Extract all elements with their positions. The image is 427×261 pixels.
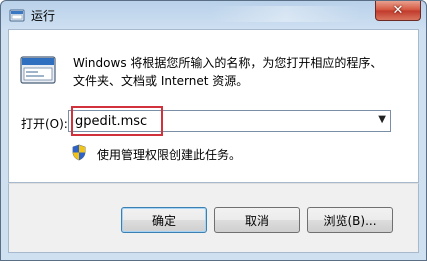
button-bar: 确定 取消 浏览(B)...	[8, 183, 419, 253]
cancel-button[interactable]: 取消	[214, 207, 300, 233]
browse-button[interactable]: 浏览(B)...	[307, 207, 393, 233]
chevron-down-icon[interactable]: ▼	[378, 114, 386, 125]
admin-note: 使用管理权限创建此任务。	[97, 148, 242, 162]
ok-button[interactable]: 确定	[121, 207, 207, 233]
close-icon: ✕	[392, 3, 404, 18]
title-bar[interactable]: 运行 ✕	[1, 1, 426, 29]
open-label: 打开(O):	[21, 117, 68, 131]
close-button[interactable]: ✕	[375, 1, 421, 21]
open-input[interactable]: gpedit.msc	[75, 114, 147, 129]
uac-shield-icon	[72, 144, 86, 161]
window-title: 运行	[31, 9, 56, 23]
run-program-icon	[20, 56, 56, 84]
instructions-line-2: 文件夹、文档或 Internet 资源。	[73, 74, 249, 88]
dialog-body: Windows 将根据您所输入的名称，为您打开相应的程序、 文件夹、文档或 In…	[8, 29, 419, 183]
open-combobox[interactable]: gpedit.msc ▼	[68, 110, 391, 132]
instructions-text: Windows 将根据您所输入的名称，为您打开相应的程序、 文件夹、文档或 In…	[73, 54, 382, 90]
run-dialog: 运行 ✕ Windows 将根据您所输入的名称，为您打开相应的程序、 文件夹、文…	[0, 0, 427, 261]
instructions-line-1: Windows 将根据您所输入的名称，为您打开相应的程序、	[73, 56, 383, 70]
run-icon	[9, 9, 25, 22]
title-bar-reflection	[211, 6, 361, 22]
